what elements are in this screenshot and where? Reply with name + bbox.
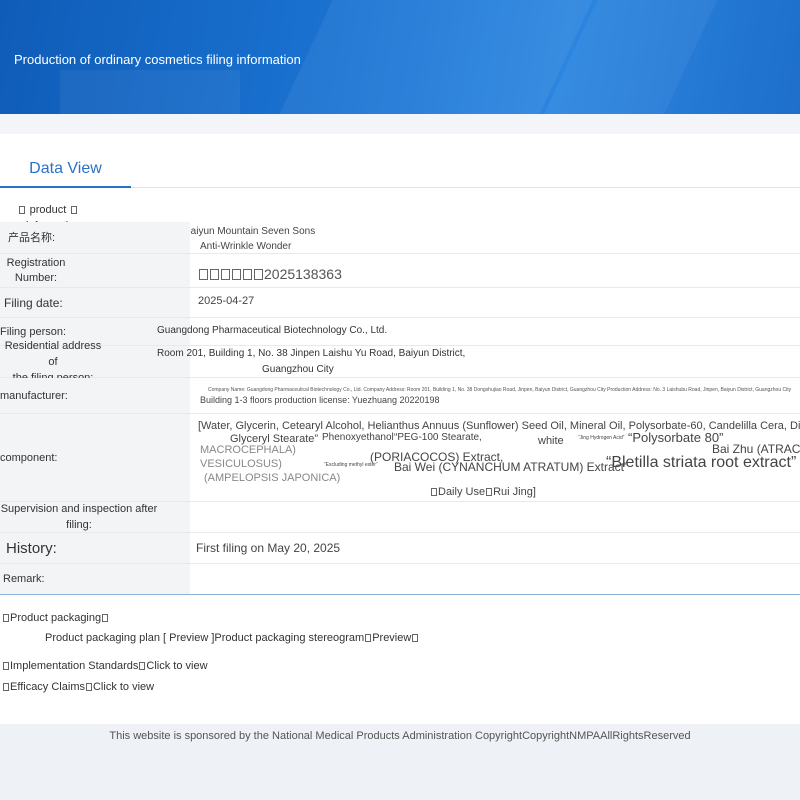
label-text: Number:: [14, 271, 58, 284]
row-label: Supervision and inspection after filing:: [0, 502, 158, 532]
bracket-glyph: [71, 206, 77, 214]
preview-link[interactable]: Preview: [372, 632, 411, 644]
component-line5a: (AMPELOPSIS JAPONICA): [204, 472, 341, 484]
component-text: Daily Use: [438, 486, 486, 498]
row-value: [Water, Glycerin, Cetearyl Alcohol, Heli…: [190, 414, 800, 501]
row-label: Remark:: [0, 564, 190, 594]
component-line2e: “Jing Hydrogen Acid”: [578, 435, 625, 441]
component-line6: Daily Use Rui Jing]: [430, 486, 536, 498]
label-text: Residential address of: [4, 339, 102, 368]
bracket-glyph: [19, 206, 25, 214]
row-registration-number: Registration Number: 2025138363: [0, 254, 800, 288]
label-bg: [72, 254, 190, 287]
packaging-stereogram-link[interactable]: Product packaging stereogram: [214, 632, 364, 644]
component-line3a: MACROCEPHALA): [200, 444, 296, 456]
component-line4b: “Excluding methyl ester”: [324, 462, 378, 468]
efficacy-claims: Efficacy Claims Click to view: [2, 681, 154, 693]
section-product-packaging: Product packaging: [2, 612, 109, 624]
bracket-glyph: [3, 614, 9, 622]
component-line2d: white: [538, 435, 564, 447]
row-label: History:: [0, 533, 190, 563]
row-remark: Remark:: [0, 564, 800, 594]
footer-text: This website is sponsored by the Nationa…: [109, 730, 691, 742]
row-label: manufacturer:: [0, 378, 190, 413]
address-line2: Guangzhou City: [262, 364, 334, 375]
address-line1: Room 201, Building 1, No. 38 Jinpen Lais…: [157, 348, 466, 359]
component-line2c: “PEG-100 Stearate,: [394, 432, 482, 443]
row-label: Residential address of the filing person…: [0, 340, 106, 384]
table-bottom-border: [0, 594, 800, 595]
label-bg: [158, 502, 190, 532]
packaging-plan-link[interactable]: Product packaging plan [ Preview ]: [45, 632, 214, 644]
page-title: Production of ordinary cosmetics filing …: [14, 52, 301, 67]
manufacturer-license: Building 1-3 floors production license: …: [200, 395, 440, 405]
row-filing-person: Filing person: Guangdong Pharmaceutical …: [0, 318, 800, 346]
section-label-text: Product packaging: [10, 612, 102, 624]
row-residential-address: Residential address of the filing person…: [0, 340, 800, 384]
tab-data-view[interactable]: Data View: [0, 154, 131, 188]
row-product-name: 产品名称: Baiyun Mountain Seven Sons Anti-Wr…: [0, 222, 800, 254]
row-value: 2025138363: [190, 254, 800, 287]
product-name-line1: Baiyun Mountain Seven Sons: [190, 226, 316, 237]
label-text: History:: [6, 539, 57, 557]
filing-date-value: 2025-04-27: [198, 295, 255, 307]
section-label-text: Efficacy Claims: [10, 681, 85, 693]
component-line4c: Bai Wei (CYNANCHUM ATRATUM) Extract”: [394, 460, 629, 474]
row-label: Registration Number:: [0, 254, 72, 287]
efficacy-claims-link[interactable]: Click to view: [93, 681, 154, 693]
label-text: 产品名称:: [8, 232, 56, 244]
row-label: 产品名称:: [0, 222, 190, 253]
label-text: Registration: [6, 256, 66, 269]
row-value: Company Name: Guangdong Pharmaceutical B…: [190, 378, 800, 413]
label-text: manufacturer:: [0, 389, 68, 402]
page-footer: This website is sponsored by the Nationa…: [0, 724, 800, 800]
bracket-glyph: [102, 614, 109, 622]
registration-number-value: 2025138363: [198, 266, 342, 282]
row-supervision: Supervision and inspection after filing:: [0, 502, 800, 533]
label-text: Supervision and inspection after: [0, 503, 158, 515]
component-line4d: “Bletilla striata root extract”: [606, 454, 797, 471]
implementation-standards-link[interactable]: Click to view: [146, 660, 207, 672]
component-line4a: VESICULOSUS): [200, 458, 282, 470]
section-label-text: Implementation Standards: [10, 660, 139, 672]
tab-bar: Data View: [0, 154, 800, 188]
history-value: First filing on May 20, 2025: [196, 541, 341, 555]
component-line2b: Phenoxyethanol: [322, 432, 394, 443]
row-label: Filing date:: [0, 288, 190, 317]
header-band: [0, 114, 800, 134]
manufacturer-details: Company Name: Guangdong Pharmaceutical B…: [208, 387, 792, 393]
component-text: Rui Jing]: [493, 486, 536, 498]
label-text: Remark:: [3, 573, 45, 585]
value-text: 2025138363: [264, 266, 342, 282]
implementation-standards: Implementation Standards Click to view: [2, 660, 208, 672]
component-line2f: “Polysorbate 80”: [628, 430, 724, 445]
row-component: component: [Water, Glycerin, Cetearyl Al…: [0, 414, 800, 502]
header-decoration: [60, 70, 240, 114]
page-header: Production of ordinary cosmetics filing …: [0, 0, 800, 114]
label-text: Filing person:: [0, 325, 67, 338]
row-label: component:: [0, 414, 190, 501]
row-value: 2025-04-27: [190, 288, 800, 317]
product-name-line2: Anti-Wrinkle Wonder: [200, 241, 292, 252]
row-history: History: First filing on May 20, 2025: [0, 533, 800, 564]
row-filing-date: Filing date: 2025-04-27: [0, 288, 800, 318]
label-text: Filing date:: [4, 295, 63, 310]
row-value: First filing on May 20, 2025: [190, 533, 800, 563]
label-text: component:: [0, 451, 58, 464]
row-manufacturer: manufacturer: Company Name: Guangdong Ph…: [0, 378, 800, 414]
label-text: filing:: [66, 519, 92, 531]
row-value: Baiyun Mountain Seven Sons Anti-Wrinkle …: [190, 222, 800, 253]
packaging-links: Product packaging plan [ Preview ]Produc…: [45, 632, 419, 644]
filing-person-value: Guangdong Pharmaceutical Biotechnology C…: [157, 325, 388, 336]
